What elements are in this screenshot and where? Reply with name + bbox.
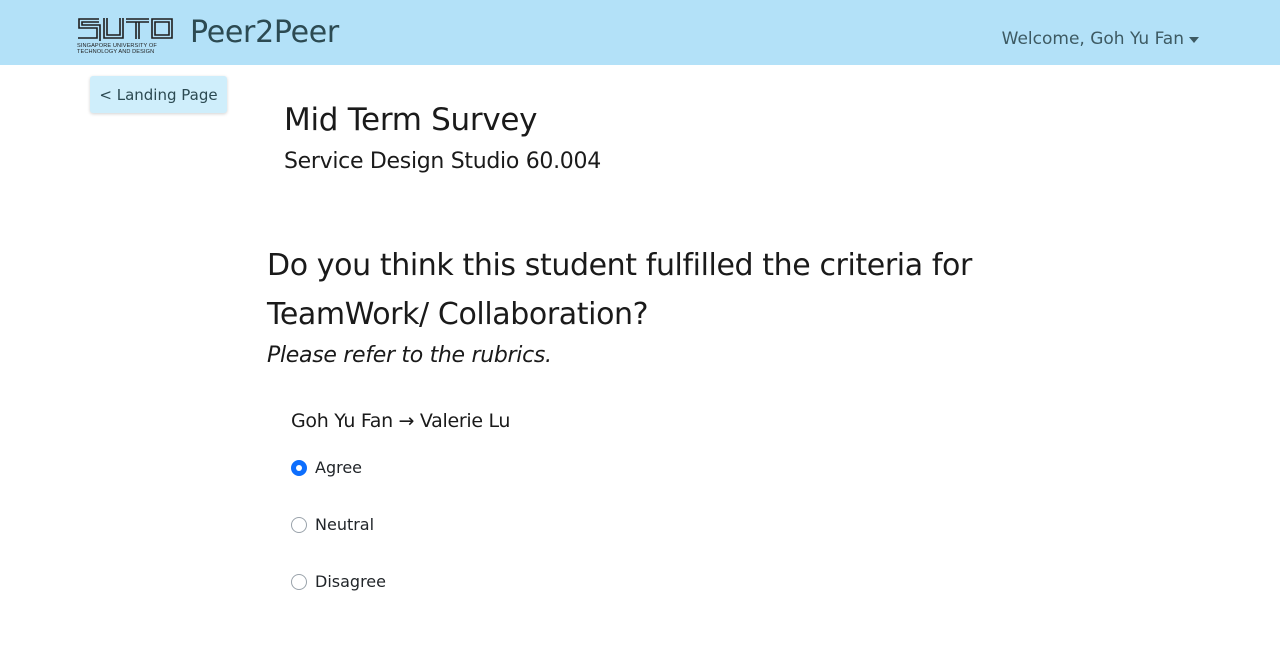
- landing-page-button[interactable]: < Landing Page: [90, 76, 227, 113]
- caret-down-icon: [1189, 36, 1199, 43]
- option-label: Disagree: [315, 572, 386, 591]
- radio-agree[interactable]: [291, 460, 307, 476]
- option-neutral[interactable]: Neutral: [291, 514, 374, 536]
- question-hint: Please refer to the rubrics.: [267, 343, 552, 368]
- logo-tagline-line2: TECHNOLOGY AND DESIGN: [77, 49, 155, 55]
- option-label: Agree: [315, 458, 363, 477]
- sutd-logo[interactable]: SINGAPORE UNIVERSITY OF TECHNOLOGY AND D…: [77, 17, 175, 57]
- option-label: Neutral: [315, 515, 375, 534]
- welcome-text: Welcome, Goh Yu Fan: [1001, 29, 1184, 49]
- user-menu-dropdown[interactable]: Welcome, Goh Yu Fan: [1002, 28, 1199, 50]
- option-disagree[interactable]: Disagree: [291, 571, 386, 593]
- radio-disagree[interactable]: [291, 574, 307, 590]
- option-agree[interactable]: Agree: [291, 457, 362, 479]
- sutd-logo-mark: [78, 18, 173, 41]
- top-navbar: SINGAPORE UNIVERSITY OF TECHNOLOGY AND D…: [0, 0, 1280, 65]
- evaluation-pair: Goh Yu Fan → Valerie Lu: [291, 410, 511, 432]
- survey-title: Mid Term Survey: [284, 102, 538, 138]
- question-text: Do you think this student fulfilled the …: [267, 248, 972, 332]
- brand-title[interactable]: Peer2Peer: [190, 14, 339, 52]
- radio-neutral[interactable]: [291, 517, 307, 533]
- survey-subtitle: Service Design Studio 60.004: [284, 149, 601, 174]
